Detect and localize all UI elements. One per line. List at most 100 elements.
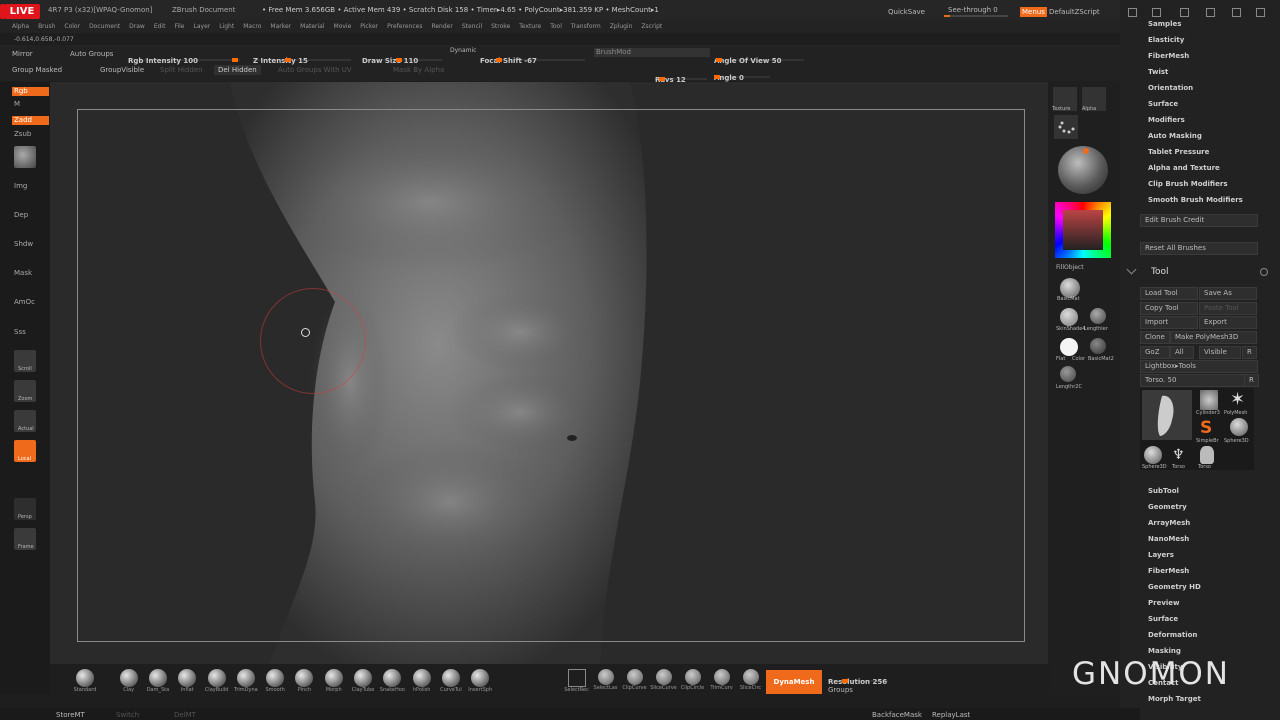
visible-button[interactable]: Visible: [1199, 346, 1241, 359]
group-masked-button[interactable]: Group Masked: [12, 66, 62, 74]
menu-file[interactable]: File: [174, 23, 184, 30]
brush-mod-slider[interactable]: BrushMod: [594, 48, 710, 57]
refresh-icon[interactable]: [1260, 268, 1268, 276]
tool-clipcurve-button[interactable]: ClipCurve: [620, 669, 649, 693]
rgb-intensity-slider[interactable]: Rgb Intensity 100: [128, 48, 240, 65]
store-mt-button[interactable]: StoreMT: [56, 711, 85, 719]
tool-clipcircle-button[interactable]: ClipCircle: [678, 669, 707, 693]
shdw-button[interactable]: Shdw: [12, 240, 49, 249]
brush-palette-item[interactable]: FiberMesh: [1148, 52, 1189, 60]
tool-palette-item[interactable]: Geometry: [1148, 503, 1187, 511]
tool-palette-item[interactable]: Morph Target: [1148, 695, 1201, 703]
zadd-button[interactable]: Zadd: [12, 116, 49, 125]
material-thumb[interactable]: [1060, 338, 1078, 356]
torso-thumb[interactable]: [1142, 390, 1192, 440]
fill-object-button[interactable]: FillObject: [1056, 264, 1084, 271]
simplebrush-icon[interactable]: S: [1200, 418, 1218, 438]
copy-tool-button[interactable]: Copy Tool: [1140, 302, 1198, 315]
brush-claytube-button[interactable]: ClayTube: [348, 669, 377, 693]
resolution-slider[interactable]: Resolution 256: [828, 669, 888, 686]
polymesh-star-icon[interactable]: ✶: [1230, 390, 1250, 410]
see-through-slider[interactable]: See-through 0: [948, 6, 998, 14]
current-tool-slider[interactable]: Torso. 50: [1140, 374, 1246, 387]
groups-toggle[interactable]: Groups: [828, 686, 853, 694]
tool-palette-item[interactable]: Preview: [1148, 599, 1180, 607]
group-visible-button[interactable]: GroupVisible: [100, 66, 144, 74]
z-intensity-slider[interactable]: Z Intensity 15: [253, 48, 351, 65]
brush-claybuild-button[interactable]: ClayBuild: [202, 669, 231, 693]
sss-button[interactable]: Sss: [12, 328, 49, 337]
menu-texture[interactable]: Texture: [519, 23, 541, 30]
tool-palette-header[interactable]: Tool: [1151, 267, 1168, 277]
tool-palette-item[interactable]: SubTool: [1148, 487, 1179, 495]
mask-button[interactable]: Mask: [12, 269, 49, 278]
layout-icon[interactable]: [1152, 8, 1161, 17]
menu-edit[interactable]: Edit: [154, 23, 166, 30]
edit-brush-credit-button[interactable]: Edit Brush Credit: [1140, 214, 1258, 227]
torso-small-thumb[interactable]: ♆: [1172, 446, 1188, 464]
restore-icon[interactable]: [1206, 8, 1215, 17]
menu-light[interactable]: Light: [219, 23, 234, 30]
color-square[interactable]: [1063, 210, 1103, 250]
sphere3d-thumb[interactable]: [1230, 418, 1248, 436]
brush-palette-item[interactable]: Modifiers: [1148, 116, 1185, 124]
r-button-2[interactable]: R: [1244, 374, 1259, 387]
all-button[interactable]: All: [1170, 346, 1194, 359]
auto-groups-uv-button[interactable]: Auto Groups With UV: [278, 66, 352, 74]
material-thumb[interactable]: [1090, 308, 1106, 324]
tool-palette-item[interactable]: Masking: [1148, 647, 1181, 655]
angle-slider[interactable]: Angle 0: [714, 65, 770, 82]
menu-transform[interactable]: Transform: [571, 23, 601, 30]
tool-palette-item[interactable]: ArrayMesh: [1148, 519, 1190, 527]
menu-alpha[interactable]: Alpha: [12, 23, 29, 30]
brush-palette-item[interactable]: Alpha and Texture: [1148, 164, 1220, 172]
goz-button[interactable]: GoZ: [1140, 346, 1170, 359]
menu-layer[interactable]: Layer: [194, 23, 211, 30]
minimize-icon[interactable]: [1180, 8, 1189, 17]
zsub-button[interactable]: Zsub: [12, 130, 49, 139]
tool-slicecirc-button[interactable]: SliceCirc: [736, 669, 765, 693]
mirror-button[interactable]: Mirror: [12, 50, 33, 58]
reset-all-brushes-button[interactable]: Reset All Brushes: [1140, 242, 1258, 255]
default-zscript-button[interactable]: DefaultZScript: [1049, 8, 1100, 16]
brush-palette-item[interactable]: Clip Brush Modifiers: [1148, 180, 1227, 188]
menu-render[interactable]: Render: [431, 23, 452, 30]
lightbox-tools-button[interactable]: Lightbox▸Tools: [1140, 360, 1258, 373]
menu-document[interactable]: Document: [89, 23, 120, 30]
canvas-viewport[interactable]: [50, 82, 1048, 664]
amoc-button[interactable]: AmOc: [12, 298, 49, 307]
dynamic-toggle[interactable]: Dynamic: [450, 47, 476, 54]
menu-zplugin[interactable]: Zplugin: [610, 23, 633, 30]
brush-dam_sta-button[interactable]: Dam_Sta: [143, 669, 172, 693]
menu-picker[interactable]: Picker: [360, 23, 378, 30]
menu-stencil[interactable]: Stencil: [462, 23, 482, 30]
r-button[interactable]: R: [1242, 346, 1257, 359]
brush-palette-item[interactable]: Auto Masking: [1148, 132, 1202, 140]
brush-palette-item[interactable]: Smooth Brush Modifiers: [1148, 196, 1243, 204]
m-button[interactable]: M: [12, 100, 49, 109]
replay-last-button[interactable]: ReplayLast: [932, 711, 970, 719]
tool-palette-item[interactable]: Deformation: [1148, 631, 1197, 639]
draw-size-slider[interactable]: Draw Size 110: [362, 48, 442, 65]
make-polymesh-button[interactable]: Make PolyMesh3D: [1170, 331, 1257, 344]
menu-tool[interactable]: Tool: [550, 23, 562, 30]
brush-palette-item[interactable]: Samples: [1148, 20, 1181, 28]
tool-palette-item[interactable]: Geometry HD: [1148, 583, 1201, 591]
switch-button[interactable]: Switch: [116, 711, 139, 719]
brush-palette-item[interactable]: Surface: [1148, 100, 1178, 108]
backface-mask-button[interactable]: BackfaceMask: [872, 711, 922, 719]
cylinder-thumb[interactable]: [1200, 390, 1218, 410]
brush-trimdyna-button[interactable]: TrimDyna: [231, 669, 260, 693]
close-icon[interactable]: [1256, 8, 1265, 17]
angle-of-view-slider[interactable]: Angle Of View 50: [714, 48, 804, 65]
brush-preview-icon[interactable]: [14, 146, 36, 168]
brush-morph-button[interactable]: Morph: [319, 669, 348, 693]
menu-preferences[interactable]: Preferences: [387, 23, 422, 30]
menu-brush[interactable]: Brush: [38, 23, 55, 30]
menu-movie[interactable]: Movie: [334, 23, 352, 30]
material-thumb[interactable]: [1060, 366, 1076, 382]
sphere3d-thumb[interactable]: [1144, 446, 1162, 464]
del-mt-button[interactable]: DelMT: [174, 711, 196, 719]
rgb-button[interactable]: Rgb: [12, 87, 49, 96]
brush-palette-item[interactable]: Tablet Pressure: [1148, 148, 1209, 156]
